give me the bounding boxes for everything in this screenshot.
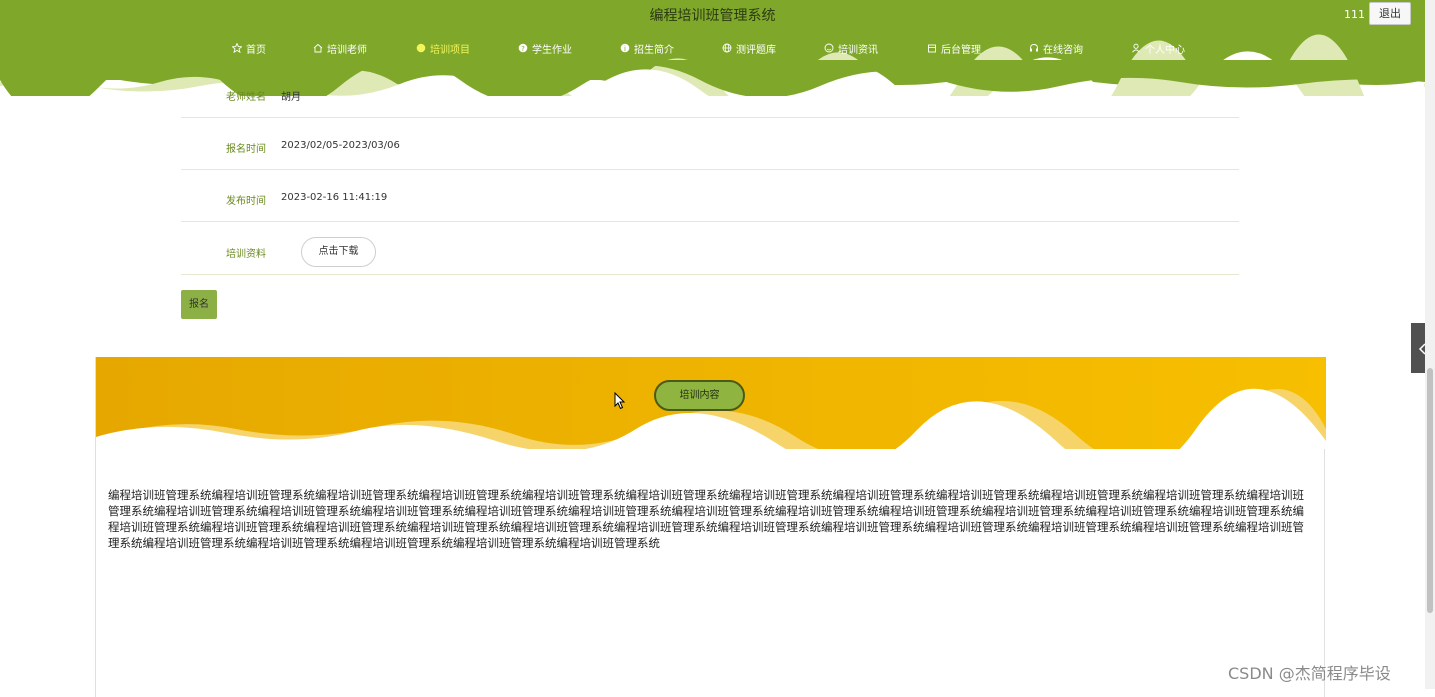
nav-item-profile[interactable]: 个人中心 [1131, 40, 1185, 56]
detail-row-signup-period: 报名时间 2023/02/05-2023/03/06 [181, 118, 1239, 170]
circle-icon [416, 43, 426, 53]
nav-item-teachers[interactable]: 培训老师 [313, 40, 367, 56]
question-icon: ? [518, 43, 528, 53]
row-label: 报名时间 [226, 144, 266, 155]
detail-row-publish-time: 发布时间 2023-02-16 11:41:19 [181, 170, 1239, 222]
username-label: 111 [1344, 8, 1365, 21]
scrollbar-thumb[interactable] [1427, 368, 1433, 613]
mouse-cursor-icon [614, 392, 626, 410]
svg-text:?: ? [521, 45, 525, 53]
row-label: 发布时间 [226, 196, 266, 207]
nav-label: 培训项目 [430, 44, 470, 56]
tab-training-content[interactable]: 培训内容 [654, 380, 745, 411]
row-value: 胡月 [281, 92, 301, 103]
row-value: 2023-02-16 11:41:19 [281, 192, 388, 203]
nav-label: 培训资讯 [838, 44, 878, 56]
content-panel: 培训内容 编程培训班管理系统编程培训班管理系统编程培训班管理系统编程培训班管理系… [95, 357, 1326, 697]
nav-label: 学生作业 [532, 44, 572, 56]
nav-label: 首页 [246, 44, 266, 56]
watermark: CSDN @杰简程序毕设 [1228, 664, 1391, 683]
detail-row-teacher: 老师姓名 胡月 [181, 66, 1239, 118]
nav-label: 在线咨询 [1043, 44, 1083, 56]
svg-text:i: i [624, 45, 626, 53]
globe-icon [722, 43, 732, 53]
star-icon [232, 43, 242, 53]
row-label: 培训资料 [226, 249, 266, 260]
logout-button[interactable]: 退出 [1369, 2, 1411, 25]
download-button[interactable]: 点击下载 [301, 237, 376, 267]
row-value: 2023/02/05-2023/03/06 [281, 140, 400, 151]
nav-item-admin[interactable]: 后台管理 [927, 40, 981, 56]
nav-item-homework[interactable]: ? 学生作业 [518, 40, 572, 56]
smile-icon [824, 43, 834, 53]
info-icon: i [620, 43, 630, 53]
box-icon [927, 43, 937, 53]
nav-item-admissions[interactable]: i 招生简介 [620, 40, 674, 56]
nav-label: 个人中心 [1145, 44, 1185, 56]
main-nav: 首页 培训老师 培训项目 ? 学生作业 i 招生简介 测评题库 培训资讯 后台管… [0, 40, 1425, 56]
nav-item-consult[interactable]: 在线咨询 [1029, 40, 1083, 56]
nav-item-news[interactable]: 培训资讯 [824, 40, 878, 56]
page-scrollbar[interactable] [1425, 0, 1435, 689]
headset-icon [1029, 43, 1039, 53]
home-icon [313, 43, 323, 53]
detail-row-materials: 培训资料 点击下载 [181, 222, 1239, 275]
nav-label: 测评题库 [736, 44, 776, 56]
nav-item-question-bank[interactable]: 测评题库 [722, 40, 776, 56]
site-title: 编程培训班管理系统 [649, 8, 776, 24]
row-label: 老师姓名 [226, 92, 266, 103]
user-icon [1131, 43, 1141, 53]
nav-label: 后台管理 [941, 44, 981, 56]
nav-label: 培训老师 [327, 44, 367, 56]
signup-button[interactable]: 报名 [181, 290, 217, 319]
nav-label: 招生简介 [634, 44, 674, 56]
nav-item-projects[interactable]: 培训项目 [416, 40, 470, 56]
training-content-text: 编程培训班管理系统编程培训班管理系统编程培训班管理系统编程培训班管理系统编程培训… [108, 488, 1304, 550]
nav-item-home[interactable]: 首页 [232, 40, 266, 56]
